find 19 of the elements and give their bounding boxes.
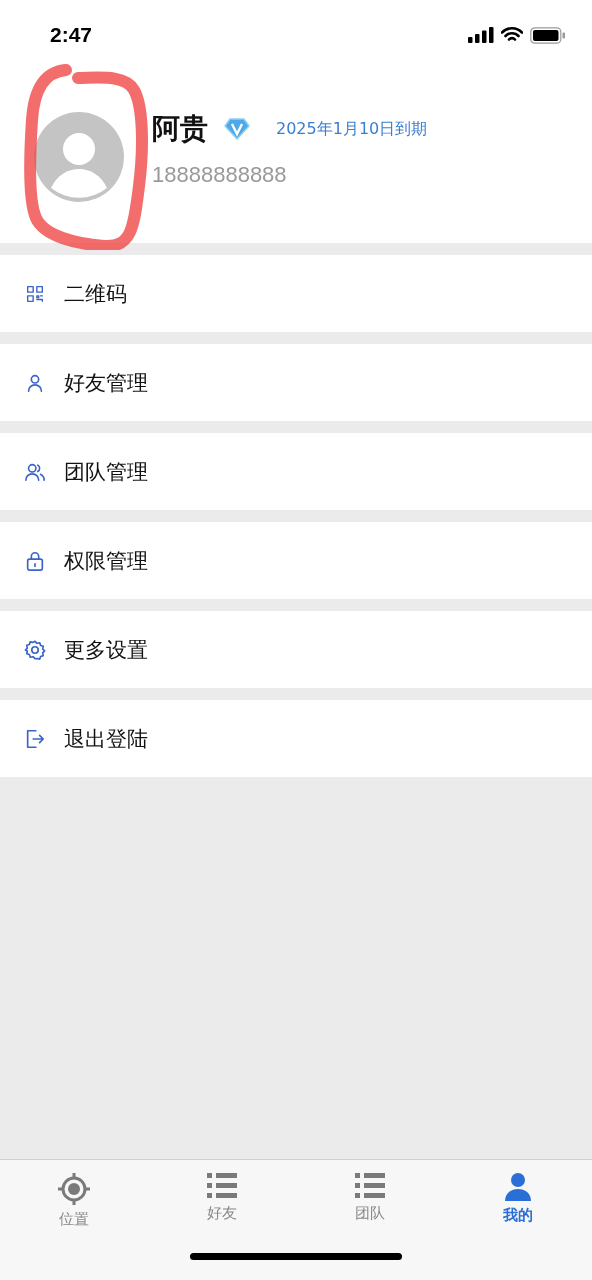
settings-icon <box>24 638 46 661</box>
menu-item[interactable]: 退出登陆 <box>0 700 592 777</box>
wifi-icon <box>501 27 523 43</box>
lock-icon <box>24 549 46 572</box>
tab[interactable]: 位置 <box>0 1160 148 1229</box>
vip-diamond-icon <box>224 118 250 140</box>
menu-item[interactable]: 权限管理 <box>0 522 592 599</box>
membership-expiry: 2025年1月10日到期 <box>276 118 428 140</box>
status-time: 2:47 <box>50 23 93 47</box>
battery-icon <box>530 26 566 44</box>
tab[interactable]: 我的 <box>444 1160 592 1229</box>
user-name: 阿贵 <box>152 111 208 147</box>
menu-item[interactable]: 团队管理 <box>0 433 592 510</box>
menu-item[interactable]: 二维码 <box>0 255 592 332</box>
logout-icon <box>24 727 46 750</box>
phone-number: 18888888888 <box>152 162 288 188</box>
menu-item[interactable]: 更多设置 <box>0 611 592 688</box>
menu-item[interactable]: 好友管理 <box>0 344 592 421</box>
signal-icon <box>468 27 494 43</box>
